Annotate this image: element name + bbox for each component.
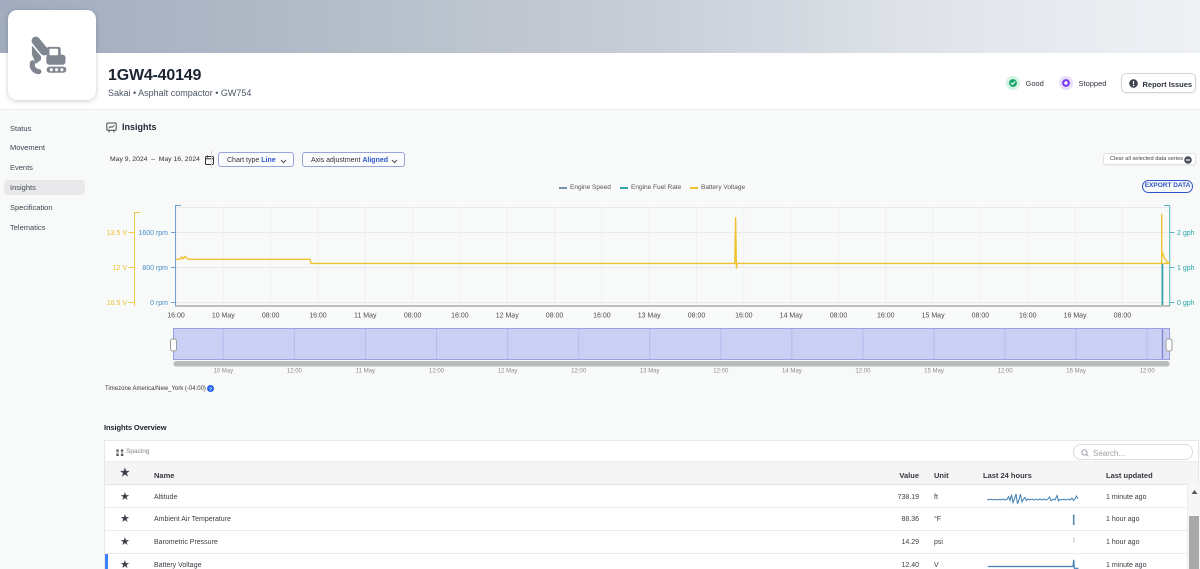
svg-text:11 May: 11 May xyxy=(356,369,375,375)
svg-text:10.5 V: 10.5 V xyxy=(107,300,128,307)
svg-text:08:00: 08:00 xyxy=(688,313,706,320)
svg-text:12:00: 12:00 xyxy=(998,369,1014,375)
svg-text:16:00: 16:00 xyxy=(309,313,327,320)
svg-text:16:00: 16:00 xyxy=(877,313,895,320)
svg-text:15 May: 15 May xyxy=(922,313,945,320)
svg-text:14 May: 14 May xyxy=(782,369,802,375)
svg-text:12 V: 12 V xyxy=(113,265,128,272)
svg-text:16:00: 16:00 xyxy=(735,313,753,320)
svg-text:?: ? xyxy=(209,386,212,392)
svg-text:08:00: 08:00 xyxy=(262,313,280,320)
svg-text:13 May: 13 May xyxy=(640,369,660,375)
svg-text:08:00: 08:00 xyxy=(1114,313,1132,320)
svg-text:12:00: 12:00 xyxy=(1140,369,1156,375)
svg-text:16:00: 16:00 xyxy=(593,313,611,320)
svg-text:14 May: 14 May xyxy=(780,313,803,320)
svg-text:08:00: 08:00 xyxy=(972,313,990,320)
svg-text:08:00: 08:00 xyxy=(830,313,848,320)
svg-text:15 May: 15 May xyxy=(924,369,944,375)
svg-text:12 May: 12 May xyxy=(498,369,518,375)
svg-text:0 rpm: 0 rpm xyxy=(150,300,168,307)
svg-text:08:00: 08:00 xyxy=(546,313,564,320)
svg-text:0 gph: 0 gph xyxy=(1177,300,1195,307)
svg-text:12:00: 12:00 xyxy=(429,369,445,375)
svg-text:1 gph: 1 gph xyxy=(1177,265,1195,272)
svg-text:16:00: 16:00 xyxy=(451,313,469,320)
svg-text:13.5 V: 13.5 V xyxy=(107,230,128,237)
svg-text:16:00: 16:00 xyxy=(167,313,185,320)
svg-text:2 gph: 2 gph xyxy=(1177,230,1195,237)
svg-text:08:00: 08:00 xyxy=(404,313,422,320)
svg-text:12:00: 12:00 xyxy=(713,369,729,375)
svg-text:10 May: 10 May xyxy=(212,313,235,320)
svg-text:16 May: 16 May xyxy=(1064,313,1087,320)
svg-text:12:00: 12:00 xyxy=(287,369,303,375)
svg-text:1600 rpm: 1600 rpm xyxy=(138,230,168,237)
svg-text:13 May: 13 May xyxy=(638,313,661,320)
svg-text:12:00: 12:00 xyxy=(855,369,871,375)
svg-text:11 May: 11 May xyxy=(354,313,377,320)
svg-text:12 May: 12 May xyxy=(496,313,519,320)
svg-text:16 May: 16 May xyxy=(1066,369,1086,375)
svg-text:10 May: 10 May xyxy=(213,369,233,375)
svg-text:800 rpm: 800 rpm xyxy=(142,265,168,272)
svg-text:16:00: 16:00 xyxy=(1019,313,1037,320)
svg-text:12:00: 12:00 xyxy=(571,369,587,375)
